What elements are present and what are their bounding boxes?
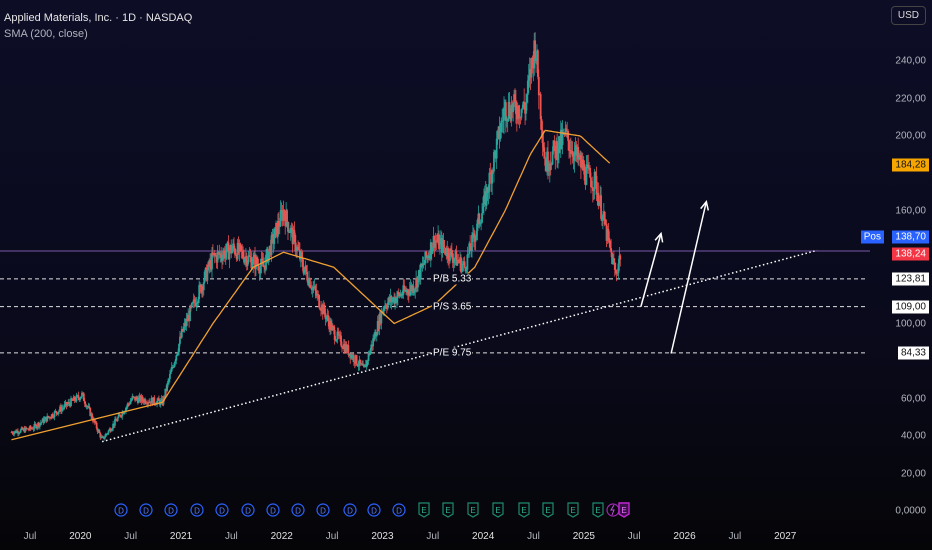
upcoming-earnings-label: E [621, 506, 626, 515]
pb-level-tag: 123,81 [892, 272, 929, 286]
candle-body [488, 172, 491, 192]
arrow-1 [640, 233, 662, 307]
dividend-icon-label: D [270, 507, 276, 516]
candle-body [103, 436, 106, 439]
candle-body [539, 93, 542, 120]
candle-body [40, 421, 43, 423]
dividend-icon-label: D [347, 507, 353, 516]
earnings-icon-label: E [495, 506, 500, 515]
lightning-icon [610, 504, 615, 516]
candle-body [352, 355, 355, 363]
x-tick-label: 2025 [572, 531, 595, 542]
candle-body [619, 255, 622, 260]
y-tick-label: 220,00 [895, 93, 926, 104]
x-tick-label: 2023 [371, 531, 394, 542]
earnings-icon-label: E [421, 506, 426, 515]
y-tick-label: 40,00 [900, 430, 926, 442]
y-tick-label: 100,00 [895, 318, 926, 329]
candle-body [79, 397, 82, 400]
sma-price-tag: 184,28 [892, 158, 929, 172]
x-tick-label: 2022 [270, 531, 293, 542]
earnings-icon-label: E [521, 506, 526, 515]
x-tick-label: Jul [527, 531, 540, 542]
currency-button[interactable]: USD [890, 6, 926, 25]
pe-level-label: P/E 9.75 [432, 347, 473, 359]
earnings-icon-label: E [545, 506, 550, 515]
pe-level-tag: 84,33 [897, 346, 929, 360]
y-tick-label: 0,0000 [895, 505, 926, 517]
chart-legend: Applied Materials, Inc. · 1D · NASDAQ SM… [4, 10, 192, 42]
earnings-icon-label: E [470, 506, 475, 515]
dividend-icon-label: D [295, 507, 301, 516]
x-tick-label: 2020 [69, 531, 92, 542]
dividend-icon-label: D [219, 507, 225, 516]
candle-body [286, 210, 288, 222]
dividend-icon-label: D [245, 507, 251, 516]
x-tick-label: Jul [124, 531, 138, 542]
x-tick-label: 2024 [472, 531, 495, 542]
candle-body [355, 355, 358, 365]
symbol-title: Applied Materials, Inc. · 1D · NASDAQ [4, 12, 193, 24]
candle-body [206, 269, 209, 281]
candle-body [443, 247, 446, 249]
x-tick-label: 2026 [673, 531, 696, 542]
x-tick-label: 2027 [774, 531, 797, 542]
earnings-icon-label: E [445, 506, 450, 515]
indicator-label[interactable]: SMA (200, close) [4, 26, 192, 42]
y-tick-label: 240,00 [895, 55, 926, 67]
earnings-icon-label: E [595, 506, 600, 515]
candle-body [537, 76, 540, 96]
x-tick-label: Jul [325, 531, 339, 542]
dividend-icon-label: D [143, 507, 149, 516]
y-tick-label: 200,00 [895, 130, 926, 142]
dividend-icon-label: D [396, 507, 402, 516]
candle-body [107, 430, 110, 434]
ps-level-label: P/S 3.65 [432, 301, 473, 313]
last-price-tag: 138,24 [892, 247, 929, 261]
candle-body [168, 373, 171, 380]
y-tick-label: 60,00 [900, 393, 926, 404]
candle-body [43, 418, 46, 423]
candle-body [273, 237, 276, 244]
candle-body [567, 130, 570, 141]
x-tick-label: Jul [224, 531, 238, 542]
y-tick-label: 20,00 [900, 468, 926, 479]
position-label[interactable]: Pos [860, 230, 884, 244]
x-tick-label: Jul [23, 531, 37, 542]
candle-body [610, 248, 613, 253]
candle-body [55, 411, 58, 413]
candle-body [534, 40, 537, 59]
candle-body [463, 261, 466, 268]
x-tick-label: Jul [627, 531, 641, 542]
candle-body [252, 256, 255, 265]
dividend-icon-label: D [194, 507, 200, 516]
candle-body [116, 417, 119, 421]
dividend-icon-label: D [118, 507, 124, 516]
x-tick-label: Jul [426, 531, 440, 542]
x-tick-label: Jul [728, 531, 742, 542]
earnings-icon-label: E [570, 506, 575, 515]
dividend-icon-label: D [320, 507, 326, 516]
y-tick-label: 160,00 [895, 205, 926, 217]
x-tick-label: 2021 [169, 531, 193, 542]
arrow-2 [670, 201, 708, 354]
candle-body [225, 243, 228, 253]
dividend-icon-label: D [168, 507, 174, 516]
candle-body [553, 140, 556, 147]
position-price-tag: 138,70 [892, 230, 929, 244]
ps-level-tag: 109,00 [892, 300, 929, 314]
candle-body [600, 195, 602, 219]
dividend-icon-label: D [371, 507, 377, 516]
pb-level-label: P/B 5.33 [432, 273, 473, 285]
candle-body [481, 213, 483, 223]
